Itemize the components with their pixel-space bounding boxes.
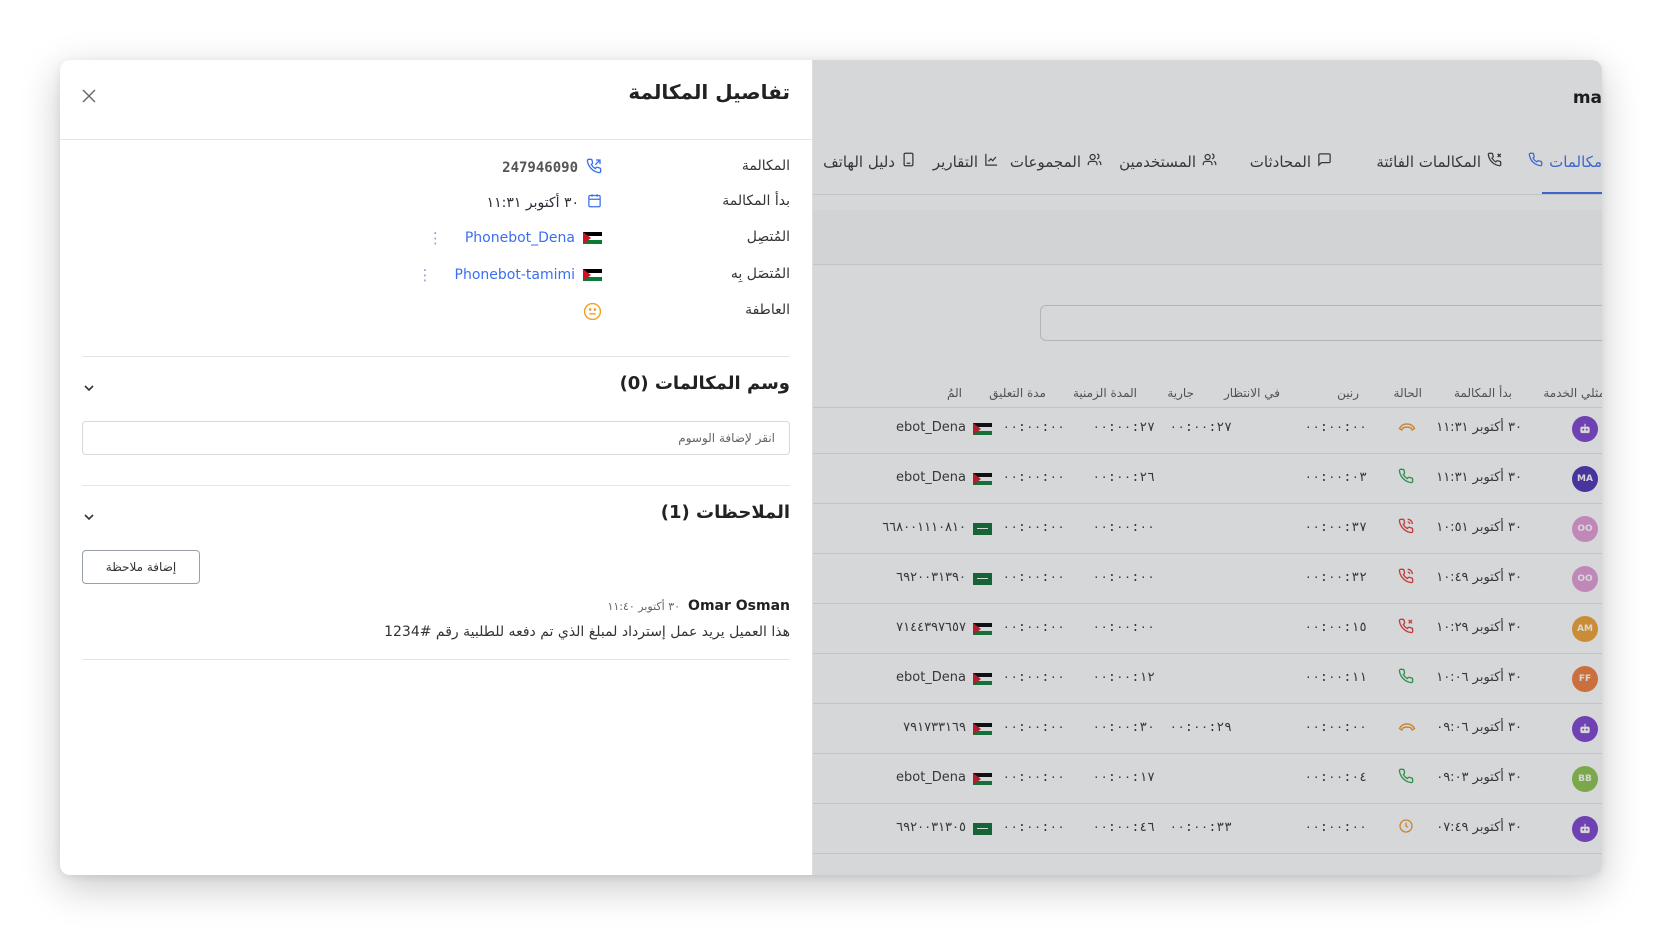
add-note-button[interactable]: إضافة ملاحظة	[82, 550, 200, 584]
detail-caller: المُتصِل Phonebot_Dena ⋮	[60, 229, 812, 253]
jordan-flag-icon	[583, 269, 602, 281]
call-id: 247946090	[502, 160, 578, 176]
detail-call: المكالمة 247946090	[60, 158, 812, 182]
more-options-icon[interactable]: ⋮	[428, 229, 443, 247]
drawer-title: تفاصيل المكالمة	[628, 80, 790, 104]
outgoing-call-icon	[586, 158, 602, 178]
chevron-down-icon[interactable]	[82, 380, 98, 396]
tags-section-title: وسم المكالمات (0)	[619, 373, 790, 394]
app-window: ma مكالمات المكالمات الفائتة المحادثات ا…	[60, 60, 1602, 875]
started-time: ٣٠ أكتوبر ١١:٣١	[486, 194, 579, 211]
detail-emotion: العاطفة	[60, 302, 812, 326]
detail-label: المُتصِل	[746, 229, 790, 245]
detail-callee: المُتصَل بِه Phonebot-tamimi ⋮	[60, 266, 812, 290]
jordan-flag-icon	[583, 232, 602, 244]
notes-section-title: الملاحظات (1)	[660, 502, 790, 523]
detail-value: ٣٠ أكتوبر ١١:٣١	[487, 193, 602, 212]
close-icon	[82, 88, 96, 107]
drawer-header: تفاصيل المكالمة	[60, 60, 812, 140]
divider	[82, 485, 790, 486]
detail-label: بدأ المكالمة	[722, 193, 790, 209]
call-details-drawer: تفاصيل المكالمة المكالمة 247946090 بدأ ا…	[60, 60, 813, 875]
divider	[82, 356, 790, 357]
neutral-face-icon	[583, 302, 602, 325]
note-text: هذا العميل يريد عمل إسترداد لمبلغ الذي ت…	[384, 624, 790, 640]
detail-value: Phonebot_Dena ⋮	[428, 229, 602, 247]
chevron-down-icon[interactable]	[82, 509, 98, 525]
caller-link[interactable]: Phonebot_Dena	[465, 230, 575, 246]
close-button[interactable]	[78, 86, 100, 108]
note-author: Omar Osman	[688, 598, 790, 614]
note-time: ٣٠ أكتوبر ١١:٤٠	[607, 600, 681, 613]
detail-value: 247946090	[502, 158, 602, 178]
tags-input[interactable]: انقر لإضافة الوسوم	[82, 421, 790, 455]
detail-value	[583, 302, 602, 325]
detail-label: العاطفة	[745, 302, 790, 318]
calendar-icon	[587, 193, 602, 212]
detail-label: المُتصَل بِه	[730, 266, 790, 282]
callee-link[interactable]: Phonebot-tamimi	[455, 267, 575, 283]
note-meta: Omar Osman ٣٠ أكتوبر ١١:٤٠	[607, 598, 790, 614]
divider	[82, 659, 790, 660]
detail-value: Phonebot-tamimi ⋮	[418, 266, 602, 284]
detail-started: بدأ المكالمة ٣٠ أكتوبر ١١:٣١	[60, 193, 812, 217]
more-options-icon[interactable]: ⋮	[418, 266, 433, 284]
detail-label: المكالمة	[741, 158, 790, 174]
